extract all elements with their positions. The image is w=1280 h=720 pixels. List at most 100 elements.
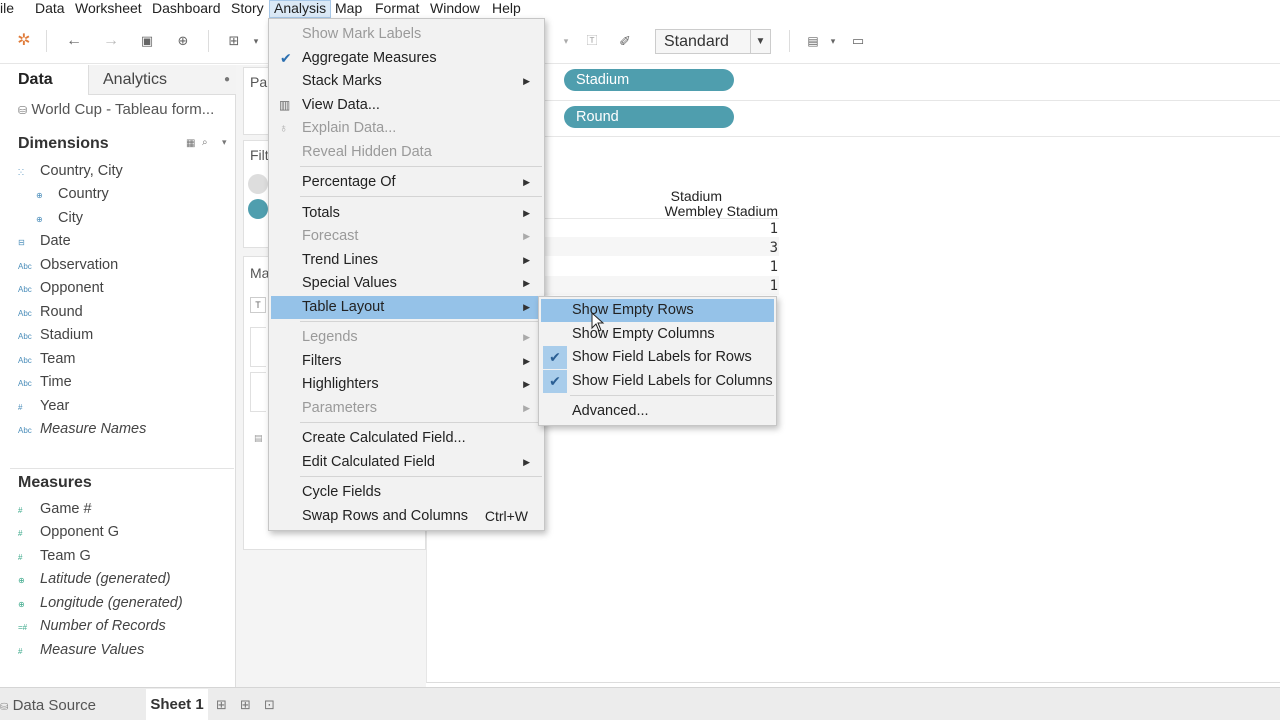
new-datasource-icon[interactable]: ⊕ bbox=[173, 31, 193, 51]
field-item[interactable]: =# Number of Records bbox=[18, 615, 166, 637]
menu-item-cycle-fields[interactable]: Cycle Fields bbox=[271, 481, 542, 504]
pin-icon[interactable]: ✐ bbox=[615, 31, 635, 51]
menu-item-show-empty-columns[interactable]: Show Empty Columns bbox=[541, 323, 774, 346]
table-cell[interactable]: 1 bbox=[727, 278, 778, 294]
menu-item-swap-rows-and-columns[interactable]: Swap Rows and Columns Ctrl+W bbox=[271, 505, 542, 528]
menu-item-create-calculated-field[interactable]: Create Calculated Field... bbox=[271, 427, 542, 450]
menu-item-aggregate-measures[interactable]: ✔ Aggregate Measures bbox=[271, 47, 542, 70]
menu-item-forecast[interactable]: Forecast ▶ bbox=[271, 225, 542, 248]
tab-analytics[interactable]: Analytics ● bbox=[88, 65, 236, 95]
field-item[interactable]: Abc Time bbox=[18, 371, 72, 393]
menu-data[interactable]: Data bbox=[31, 0, 69, 18]
menu-item-filters[interactable]: Filters ▶ bbox=[271, 350, 542, 373]
tab-data-source[interactable]: ⛁ Data Source bbox=[0, 697, 96, 714]
menu-item-reveal-hidden-data[interactable]: Reveal Hidden Data bbox=[271, 141, 542, 164]
view-toggle-icon[interactable]: ▦ bbox=[186, 138, 195, 149]
menu-item-table-layout[interactable]: Table Layout ▶ bbox=[271, 296, 542, 319]
menu-analysis[interactable]: Analysis bbox=[269, 0, 332, 18]
filter-pill[interactable] bbox=[248, 174, 268, 194]
field-item[interactable]: # Measure Values bbox=[18, 639, 144, 661]
chevron-down-icon[interactable]: ▾ bbox=[222, 137, 227, 148]
field-item[interactable]: ⊕ Latitude (generated) bbox=[18, 568, 171, 590]
field-item[interactable]: Abc Round bbox=[18, 301, 83, 323]
text-icon[interactable]: 🅃 bbox=[582, 31, 602, 51]
detail-button[interactable] bbox=[250, 372, 266, 412]
menu-item-show-field-labels-columns[interactable]: ✔ Show Field Labels for Columns bbox=[541, 370, 774, 393]
rows-shelf[interactable]: Round bbox=[426, 101, 1280, 137]
fit-dropdown[interactable]: Standard ▼ bbox=[655, 29, 771, 54]
rows-pill-round[interactable]: Round bbox=[564, 106, 734, 128]
redo-icon[interactable]: → bbox=[101, 31, 121, 51]
tableau-logo-icon[interactable]: ✲ bbox=[14, 31, 34, 51]
field-item[interactable]: ⊕ Longitude (generated) bbox=[18, 592, 183, 614]
menu-item-show-mark-labels[interactable]: Show Mark Labels bbox=[271, 23, 542, 46]
field-item[interactable]: # Opponent G bbox=[18, 521, 119, 543]
menu-help[interactable]: Help bbox=[488, 0, 525, 18]
field-item[interactable]: # Game # bbox=[18, 498, 92, 520]
collapse-icon[interactable]: ● bbox=[224, 65, 230, 95]
menu-item-highlighters[interactable]: Highlighters ▶ bbox=[271, 373, 542, 396]
field-item[interactable]: Abc Opponent bbox=[18, 277, 104, 299]
search-icon[interactable]: ⌕ bbox=[202, 137, 208, 148]
show-cards-icon[interactable]: ▤ bbox=[803, 31, 823, 51]
menu-item-trend-lines[interactable]: Trend Lines ▶ bbox=[271, 249, 542, 272]
menu-item-show-field-labels-rows[interactable]: ✔ Show Field Labels for Rows bbox=[541, 346, 774, 369]
menu-file[interactable]: ile bbox=[0, 0, 18, 18]
menu-map[interactable]: Map bbox=[331, 0, 366, 18]
menu-item-parameters[interactable]: Parameters ▶ bbox=[271, 397, 542, 420]
mark-type-icon[interactable]: T bbox=[250, 297, 266, 313]
show-cards-dropdown-icon[interactable]: ▾ bbox=[823, 31, 843, 51]
tab-data[interactable]: Data bbox=[0, 65, 88, 95]
menu-story[interactable]: Story bbox=[227, 0, 268, 18]
table-cell[interactable]: 3 bbox=[727, 240, 778, 256]
field-item[interactable]: ⊟ Date bbox=[18, 230, 71, 252]
new-worksheet-icon[interactable]: ⊞ bbox=[216, 697, 227, 713]
menu-item-totals[interactable]: Totals ▶ bbox=[271, 202, 542, 225]
submenu-arrow-icon: ▶ bbox=[523, 379, 530, 389]
menu-item-legends[interactable]: Legends ▶ bbox=[271, 326, 542, 349]
menu-item-special-values[interactable]: Special Values ▶ bbox=[271, 272, 542, 295]
datasource-row[interactable]: ⛁ World Cup - Tableau form... bbox=[18, 101, 214, 118]
field-item[interactable]: Abc Observation bbox=[18, 254, 118, 276]
field-item[interactable]: # Team G bbox=[18, 545, 91, 567]
menu-item-percentage-of[interactable]: Percentage Of ▶ bbox=[271, 171, 542, 194]
field-item[interactable]: ⊕ Country bbox=[36, 183, 109, 205]
new-story-icon[interactable]: ⊡ bbox=[264, 697, 275, 713]
menu-worksheet[interactable]: Worksheet bbox=[71, 0, 146, 18]
menu-item-view-data[interactable]: ▥ View Data... bbox=[271, 94, 542, 117]
menu-item-stack-marks[interactable]: Stack Marks ▶ bbox=[271, 70, 542, 93]
column-header[interactable]: Wembley Stadium bbox=[607, 203, 778, 219]
columns-shelf[interactable]: Stadium bbox=[426, 65, 1280, 101]
menu-item-advanced[interactable]: Advanced... bbox=[541, 400, 774, 423]
field-item[interactable]: # Year bbox=[18, 395, 69, 417]
field-item[interactable]: Abc Stadium bbox=[18, 324, 93, 346]
undo-icon[interactable]: ← bbox=[64, 31, 84, 51]
new-worksheet-icon[interactable]: ⊞ bbox=[224, 31, 244, 51]
columns-pill-stadium[interactable]: Stadium bbox=[564, 69, 734, 91]
labels-dropdown-icon[interactable]: ▾ bbox=[556, 31, 576, 51]
field-item[interactable]: Abc Team bbox=[18, 348, 75, 370]
dimensions-heading: Dimensions bbox=[18, 135, 109, 152]
color-button[interactable] bbox=[250, 327, 266, 367]
menu-item-edit-calculated-field[interactable]: Edit Calculated Field ▶ bbox=[271, 451, 542, 474]
menu-bar: ile Data Worksheet Dashboard Story Analy… bbox=[0, 0, 1280, 18]
new-worksheet-dropdown-icon[interactable]: ▾ bbox=[246, 31, 266, 51]
menu-format[interactable]: Format bbox=[371, 0, 423, 18]
field-item[interactable]: ⊕ City bbox=[36, 207, 83, 229]
tab-sheet-1[interactable]: Sheet 1 bbox=[146, 689, 208, 720]
filter-pill[interactable] bbox=[248, 199, 268, 219]
submenu-arrow-icon: ▶ bbox=[523, 278, 530, 288]
field-item[interactable]: ⵘ Country, City bbox=[18, 160, 123, 182]
table-cell[interactable]: 1 bbox=[727, 259, 778, 275]
menu-window[interactable]: Window bbox=[426, 0, 484, 18]
save-icon[interactable]: ▣ bbox=[137, 31, 157, 51]
menu-dashboard[interactable]: Dashboard bbox=[148, 0, 225, 18]
menu-item-explain-data[interactable]: ♁ Explain Data... bbox=[271, 117, 542, 140]
table-cell[interactable]: 1 bbox=[727, 221, 778, 237]
menu-item-show-empty-rows[interactable]: Show Empty Rows bbox=[541, 299, 774, 322]
presentation-mode-icon[interactable]: ▭ bbox=[848, 31, 868, 51]
menu-separator bbox=[300, 476, 542, 477]
sheet-tab-bar: ⛁ Data Source Sheet 1 ⊞ ⊞ ⊡ bbox=[0, 687, 1280, 720]
field-item[interactable]: Abc Measure Names bbox=[18, 418, 146, 440]
new-dashboard-icon[interactable]: ⊞ bbox=[240, 697, 251, 713]
